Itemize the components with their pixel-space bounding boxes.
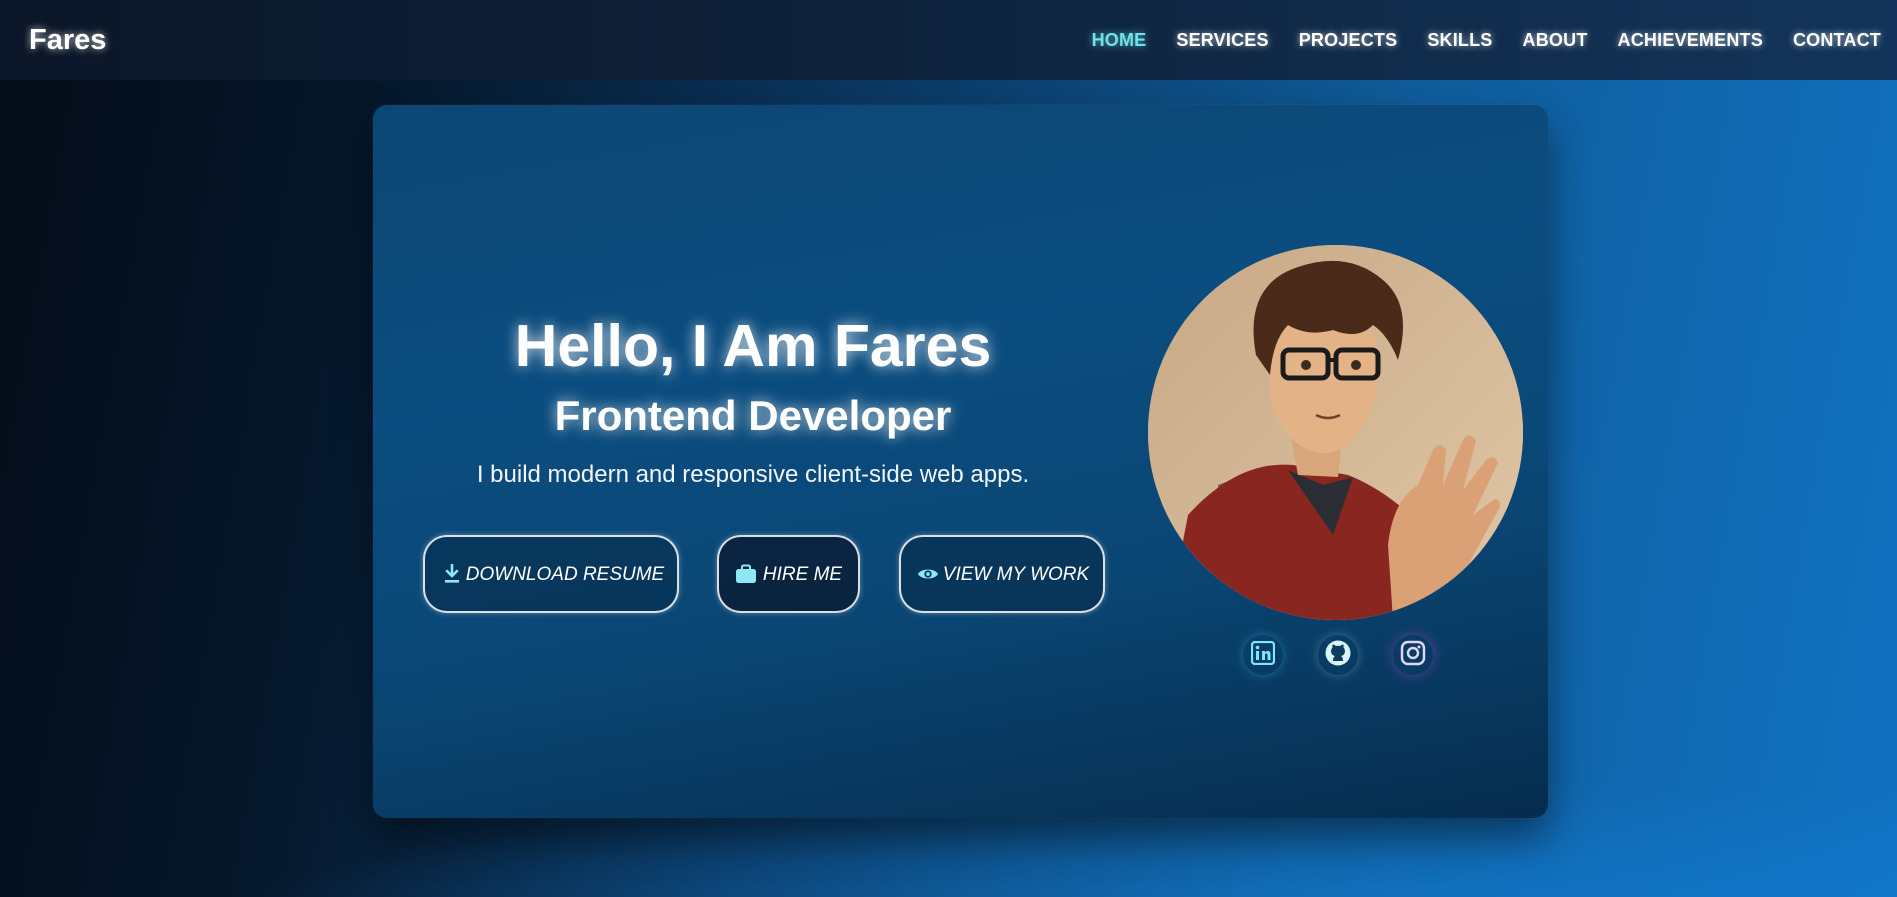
hero-subtitle: Frontend Developer [554,392,952,439]
view-my-work-label: VIEW MY WORK [942,563,1090,585]
hero-title: Hello, I Am Fares [514,313,992,379]
instagram-icon [1400,640,1426,671]
hire-me-label: HIRE ME [762,563,843,585]
hero-buttons: DOWNLOAD RESUME HIRE ME VIEW MY WORK [423,535,1105,613]
hero-card: Hello, I Am Fares Frontend Developer I b… [373,105,1548,818]
nav-link-projects[interactable]: PROJECTS [1299,30,1398,51]
nav-link-about[interactable]: ABOUT [1523,30,1588,51]
nav-link-services[interactable]: SERVICES [1176,30,1268,51]
social-links [1243,635,1433,675]
github-icon [1324,639,1352,672]
briefcase-icon [735,563,757,585]
download-icon [441,563,463,585]
instagram-link[interactable] [1393,635,1433,675]
linkedin-icon [1250,640,1276,670]
hire-me-button[interactable]: HIRE ME [717,535,860,613]
nav-links: HOME SERVICES PROJECTS SKILLS ABOUT ACHI… [1062,30,1881,51]
linkedin-link[interactable] [1243,635,1283,675]
eye-icon [917,563,939,585]
nav-link-achievements[interactable]: ACHIEVEMENTS [1618,30,1763,51]
nav-link-home[interactable]: HOME [1092,30,1147,51]
download-resume-button[interactable]: DOWNLOAD RESUME [423,535,679,613]
nav-link-contact[interactable]: CONTACT [1793,30,1881,51]
avatar [1148,245,1523,620]
hero-text: Hello, I Am Fares Frontend Developer I b… [413,310,1093,490]
view-my-work-button[interactable]: VIEW MY WORK [899,535,1105,613]
hero-description: I build modern and responsive client-sid… [476,461,1030,488]
download-resume-label: DOWNLOAD RESUME [465,563,665,585]
brand-logo[interactable]: Fares [29,24,106,57]
nav-link-skills[interactable]: SKILLS [1427,30,1492,51]
github-link[interactable] [1318,635,1358,675]
navbar: Fares HOME SERVICES PROJECTS SKILLS ABOU… [0,0,1897,80]
